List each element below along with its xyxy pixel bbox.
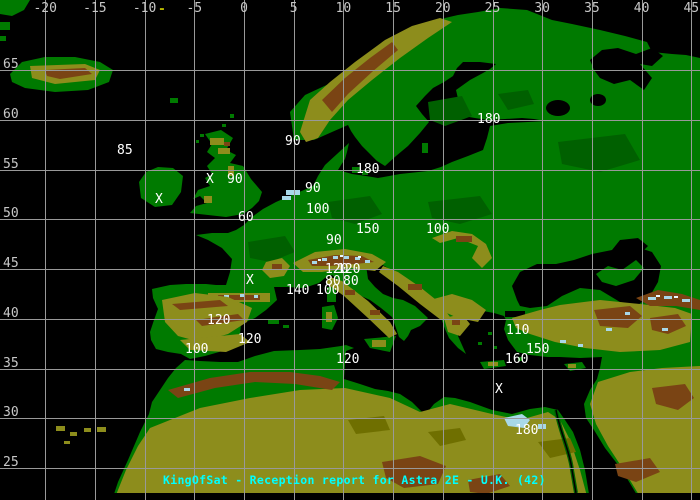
- reception-value-label: 100: [306, 202, 330, 217]
- reception-value-label: 100: [185, 342, 209, 357]
- reception-value-label: 100: [316, 283, 340, 298]
- lon-label: 35: [584, 1, 600, 16]
- bottom-edge-strip: [0, 493, 700, 500]
- lat-label: 25: [3, 455, 19, 470]
- reception-value-label: 180: [477, 112, 501, 127]
- lon-label: 15: [385, 1, 401, 16]
- reception-value-label: 150: [356, 222, 380, 237]
- lon-label: 30: [534, 1, 551, 16]
- x-mark: X: [206, 172, 214, 187]
- lon-label: -20: [33, 1, 57, 16]
- reception-value-label: 80: [343, 274, 359, 289]
- lat-label: 40: [3, 305, 19, 321]
- lon-label: 25: [484, 1, 501, 16]
- lat-label: 60: [3, 106, 19, 122]
- reception-value-label: 120: [336, 352, 360, 367]
- reception-value-label: 90: [285, 134, 301, 149]
- x-mark: X: [246, 273, 254, 288]
- lon-label: -15: [83, 1, 107, 16]
- reception-value-label: 150: [526, 342, 550, 357]
- x-mark: X: [495, 382, 503, 397]
- lat-label: 35: [3, 355, 19, 371]
- reception-map-screen: -20 -15 -10 -5 0 5 10 15 20 25 30 35 40 45 65 60 55 50 45…: [0, 0, 700, 500]
- lat-label: 55: [3, 156, 19, 172]
- reception-value-label: 120: [207, 313, 231, 328]
- lon-label: 45: [683, 1, 700, 16]
- reception-value-label: 100: [426, 222, 450, 237]
- reception-value-label: 90: [326, 233, 342, 248]
- map-title: KingOfSat - Reception report for Astra 2…: [163, 473, 546, 487]
- lon-label: -10: [132, 1, 157, 16]
- reception-value-label: 160: [505, 352, 529, 367]
- lon-label: 20: [434, 1, 451, 16]
- lat-label: 45: [3, 256, 19, 271]
- lon-label: 10: [335, 1, 352, 16]
- lat-label: 65: [3, 57, 19, 72]
- reception-value-label: 90: [227, 172, 243, 187]
- yellow-dash-marker: -: [158, 2, 166, 17]
- lon-label: 40: [633, 1, 650, 16]
- reception-value-label: 140: [286, 283, 310, 298]
- reception-value-label: 90: [305, 181, 321, 196]
- lon-label: 5: [289, 1, 298, 16]
- reception-value-label: 180: [356, 162, 380, 177]
- lon-label: 0: [240, 1, 248, 16]
- europe-terrain-map: [0, 0, 700, 500]
- lat-label: 50: [3, 206, 19, 222]
- reception-value-label: 60: [238, 210, 254, 225]
- lat-label: 30: [3, 405, 19, 421]
- reception-value-label: 120: [238, 332, 262, 347]
- reception-value-label: 85: [117, 143, 133, 158]
- lake-ladoga: [546, 100, 570, 116]
- reception-value-label: 180: [515, 423, 539, 438]
- reception-value-label: 110: [506, 323, 530, 338]
- lon-label: -5: [186, 1, 203, 16]
- x-mark: X: [155, 192, 163, 207]
